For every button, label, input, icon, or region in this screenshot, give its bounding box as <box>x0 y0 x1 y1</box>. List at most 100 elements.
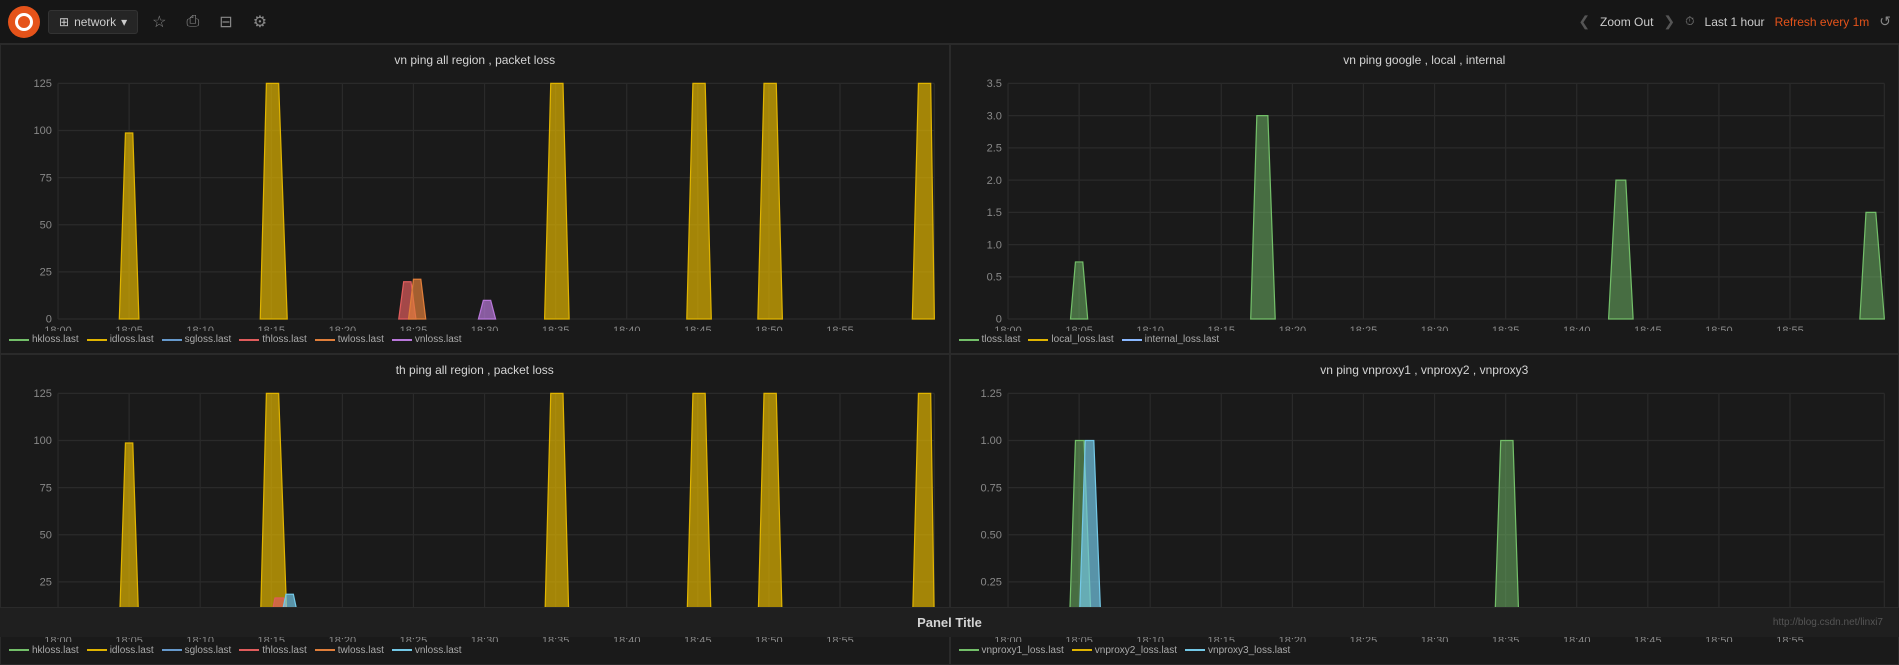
bottom-panel-title: Panel Title <box>917 615 982 630</box>
main-grid: vn ping all region , packet loss <box>0 44 1899 607</box>
legend-label-bl-hkloss: hkloss.last <box>32 645 79 656</box>
legend-item-internal-loss: internal_loss.last <box>1122 334 1219 345</box>
save-button[interactable]: ⊟ <box>213 8 238 36</box>
legend-label-hkloss: hkloss.last <box>32 334 79 345</box>
legend-item-local-loss: local_loss.last <box>1028 334 1113 345</box>
legend-label-internal-loss: internal_loss.last <box>1145 334 1219 345</box>
legend-item-bl-twloss: twloss.last <box>315 645 384 656</box>
legend-item-hkloss: hkloss.last <box>9 334 79 345</box>
svg-text:1.0: 1.0 <box>986 239 1001 251</box>
star-button[interactable]: ☆ <box>146 8 172 36</box>
refresh-label: Refresh every 1m <box>1775 15 1870 29</box>
legend-color-bl-hkloss <box>9 649 29 651</box>
legend-bottom-left: hkloss.last idloss.last sgloss.last thlo… <box>9 645 941 656</box>
svg-text:25: 25 <box>40 267 52 279</box>
topnav: ⊞ network ▾ ☆ ⎙ ⊟ ⚙ ❮ Zoom Out ❯ ⏱ Last … <box>0 0 1899 44</box>
svg-text:125: 125 <box>34 78 52 90</box>
legend-label-vnproxy3: vnproxy3_loss.last <box>1208 645 1290 656</box>
legend-color-bl-idloss <box>87 649 107 651</box>
legend-color-bl-thloss <box>239 649 259 651</box>
chart-bottom-left: 125 100 75 50 25 0 18:00 18:05 18:10 18:… <box>9 381 941 641</box>
legend-item-vnproxy1: vnproxy1_loss.last <box>959 645 1064 656</box>
svg-text:18:50: 18:50 <box>1705 325 1733 332</box>
legend-color-tloss <box>959 339 979 341</box>
legend-label-bl-sgloss: sgloss.last <box>185 645 232 656</box>
svg-text:18:05: 18:05 <box>1065 325 1093 332</box>
svg-text:18:00: 18:00 <box>44 325 72 332</box>
panel-top-left-title: vn ping all region , packet loss <box>9 53 941 67</box>
legend-color-vnproxy3 <box>1185 649 1205 651</box>
svg-text:3.5: 3.5 <box>986 78 1001 90</box>
legend-color-internal-loss <box>1122 339 1142 341</box>
svg-text:50: 50 <box>40 530 52 542</box>
grid-icon: ⊞ <box>59 15 69 29</box>
legend-color-vnproxy1 <box>959 649 979 651</box>
svg-text:18:15: 18:15 <box>1207 325 1235 332</box>
legend-label-bl-vnloss: vnloss.last <box>415 645 462 656</box>
settings-icon: ⚙ <box>253 14 267 31</box>
svg-text:18:40: 18:40 <box>613 325 641 332</box>
legend-label-vnproxy2: vnproxy2_loss.last <box>1095 645 1177 656</box>
logo <box>8 6 40 38</box>
chart-top-left: 125 100 75 50 25 0 18:00 18:05 18:10 18:… <box>9 71 941 331</box>
svg-text:18:25: 18:25 <box>400 325 428 332</box>
star-icon: ☆ <box>152 14 166 31</box>
svg-text:2.5: 2.5 <box>986 143 1001 155</box>
svg-text:18:45: 18:45 <box>1634 325 1662 332</box>
legend-color-bl-sgloss <box>162 649 182 651</box>
clock-icon: ⏱ <box>1685 14 1694 29</box>
svg-text:18:15: 18:15 <box>258 325 286 332</box>
legend-bottom-right: vnproxy1_loss.last vnproxy2_loss.last vn… <box>959 645 1891 656</box>
svg-text:18:05: 18:05 <box>115 325 143 332</box>
legend-label-sgloss: sgloss.last <box>185 334 232 345</box>
right-chevron[interactable]: ❯ <box>1663 13 1675 30</box>
svg-text:1.5: 1.5 <box>986 207 1001 219</box>
legend-item-bl-idloss: idloss.last <box>87 645 154 656</box>
svg-text:18:10: 18:10 <box>186 325 214 332</box>
svg-text:18:30: 18:30 <box>471 325 499 332</box>
legend-label-thloss: thloss.last <box>262 334 306 345</box>
legend-label-twloss: twloss.last <box>338 334 384 345</box>
svg-text:25: 25 <box>40 577 52 589</box>
svg-text:0.75: 0.75 <box>980 483 1001 495</box>
svg-text:50: 50 <box>40 219 52 231</box>
svg-text:3.0: 3.0 <box>986 110 1001 122</box>
svg-text:18:20: 18:20 <box>1278 325 1306 332</box>
legend-item-vnproxy3: vnproxy3_loss.last <box>1185 645 1290 656</box>
svg-text:100: 100 <box>34 125 52 137</box>
legend-item-vnloss: vnloss.last <box>392 334 462 345</box>
network-menu-button[interactable]: ⊞ network ▾ <box>48 10 138 34</box>
panel-top-right: vn ping google , local , internal <box>950 44 1899 354</box>
legend-color-thloss <box>239 339 259 341</box>
legend-item-tloss: tloss.last <box>959 334 1021 345</box>
legend-label-bl-twloss: twloss.last <box>338 645 384 656</box>
chart-svg-top-left: 125 100 75 50 25 0 18:00 18:05 18:10 18:… <box>9 71 941 331</box>
legend-item-vnproxy2: vnproxy2_loss.last <box>1072 645 1177 656</box>
panel-top-left: vn ping all region , packet loss <box>0 44 950 354</box>
legend-item-sgloss: sgloss.last <box>162 334 232 345</box>
svg-text:18:35: 18:35 <box>1491 325 1519 332</box>
svg-text:125: 125 <box>34 388 52 400</box>
panel-top-right-title: vn ping google , local , internal <box>959 53 1891 67</box>
legend-label-idloss: idloss.last <box>110 334 154 345</box>
legend-label-local-loss: local_loss.last <box>1051 334 1113 345</box>
svg-text:0.25: 0.25 <box>980 577 1001 589</box>
legend-label-tloss: tloss.last <box>982 334 1021 345</box>
settings-button[interactable]: ⚙ <box>247 8 273 36</box>
nav-chevron: ▾ <box>121 15 127 29</box>
share-button[interactable]: ⎙ <box>180 9 205 35</box>
refresh-icon[interactable]: ↺ <box>1879 13 1891 30</box>
svg-text:18:30: 18:30 <box>1420 325 1448 332</box>
time-range-label: Last 1 hour <box>1705 15 1765 29</box>
legend-label-vnloss: vnloss.last <box>415 334 462 345</box>
svg-text:100: 100 <box>34 436 52 448</box>
left-chevron[interactable]: ❮ <box>1578 13 1590 30</box>
svg-text:18:10: 18:10 <box>1136 325 1164 332</box>
legend-color-bl-vnloss <box>392 649 412 651</box>
chart-svg-bottom-right: 1.25 1.00 0.75 0.50 0.25 0 18:00 18:05 1… <box>959 381 1891 641</box>
svg-text:75: 75 <box>40 172 52 184</box>
zoom-out-button[interactable]: Zoom Out <box>1600 15 1653 29</box>
legend-top-right: tloss.last local_loss.last internal_loss… <box>959 334 1891 345</box>
legend-item-bl-sgloss: sgloss.last <box>162 645 232 656</box>
svg-text:18:55: 18:55 <box>1776 325 1804 332</box>
